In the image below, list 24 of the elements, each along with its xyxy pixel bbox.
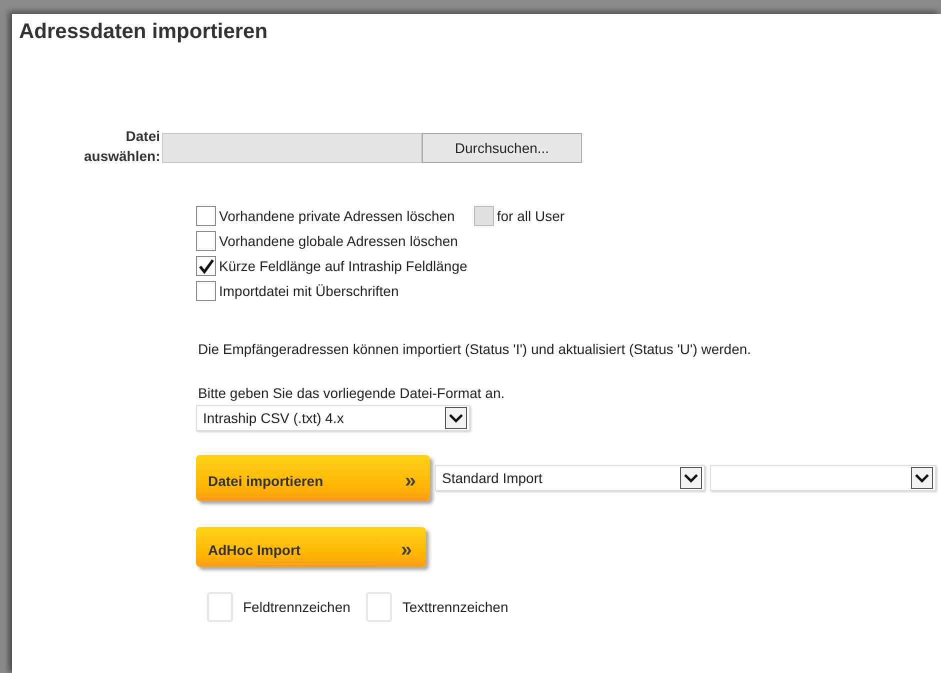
file-path-field[interactable]: [162, 133, 422, 163]
page-title: Adressdaten importieren: [18, 19, 269, 44]
checkbox[interactable]: [196, 281, 216, 301]
option-label: Vorhandene private Adressen löschen: [219, 208, 455, 224]
format-label: Bitte geben Sie das vorliegende Datei-Format an.: [198, 385, 506, 401]
format-dropdown[interactable]: Intraship CSV (.txt) 4.x: [196, 405, 470, 431]
checkbox[interactable]: [196, 231, 216, 251]
separator-field[interactable]: [366, 592, 392, 622]
option-label: Kürze Feldlänge auf Intraship Feldlänge: [219, 258, 468, 274]
separator-label: Texttrennzeichen: [402, 599, 508, 615]
checkbox[interactable]: [196, 206, 216, 226]
option-label: for all User: [496, 208, 565, 224]
browse-button[interactable]: Durchsuchen...: [422, 133, 582, 163]
checkbox[interactable]: [196, 256, 216, 276]
separator-field[interactable]: [207, 592, 233, 622]
info-text: Die Empfängeradressen können importiert (Status 'I') und aktualisiert (Status 'U') werden.: [198, 341, 752, 357]
import-mode-dropdown[interactable]: Standard Import: [435, 465, 705, 491]
option-label: Importdatei mit Überschriften: [219, 283, 399, 299]
empty-dropdown[interactable]: [710, 465, 936, 491]
import-button[interactable]: Datei importieren »: [196, 455, 430, 501]
separator-label: Feldtrennzeichen: [243, 599, 350, 615]
option-label: Vorhandene globale Adressen löschen: [219, 233, 458, 249]
adhoc-import-button[interactable]: AdHoc Import »: [196, 527, 426, 567]
file-label: Datei auswählen:: [84, 127, 162, 166]
